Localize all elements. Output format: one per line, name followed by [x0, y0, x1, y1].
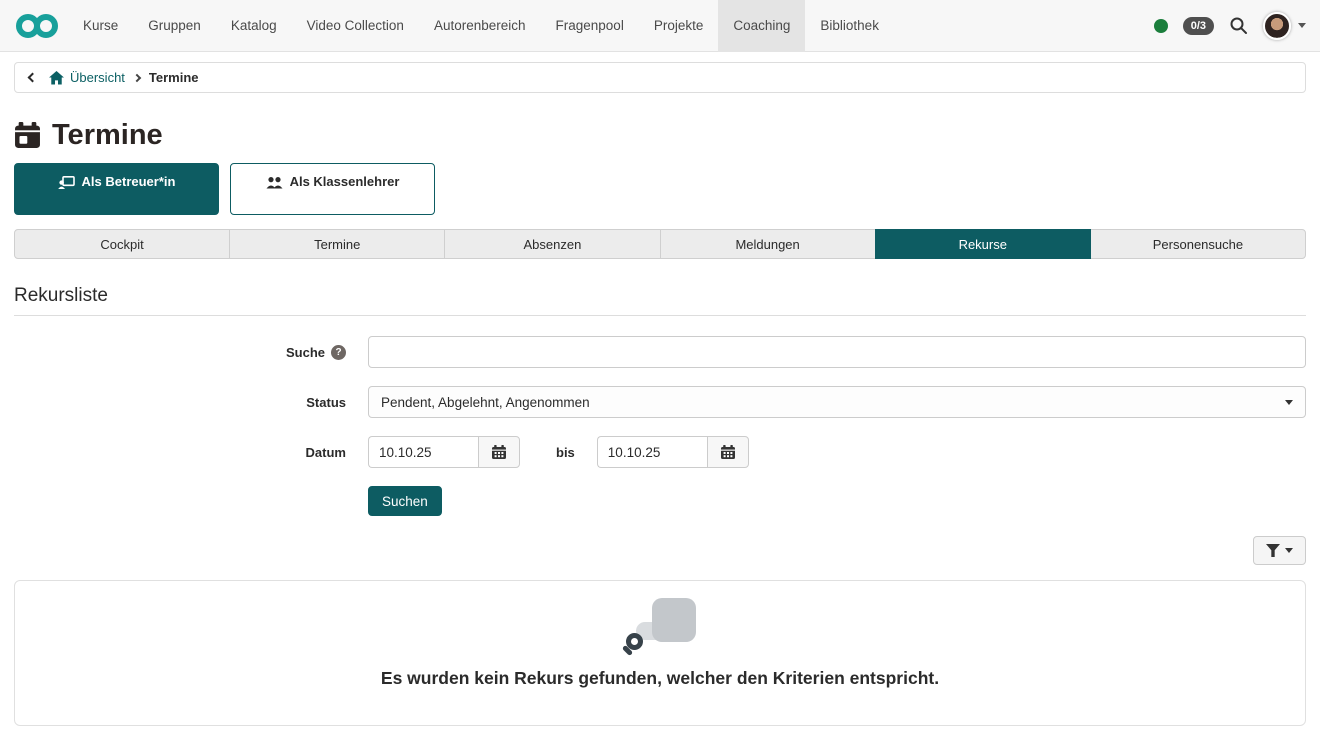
user-menu[interactable]: [1263, 12, 1306, 40]
nav-item-katalog[interactable]: Katalog: [216, 0, 292, 52]
users-icon: [266, 175, 283, 190]
chevron-down-icon: [1298, 23, 1306, 28]
chevron-down-icon: [1285, 548, 1293, 553]
select-caret-icon: [1285, 400, 1293, 405]
online-status-dot: [1154, 19, 1168, 33]
nav-item-gruppen[interactable]: Gruppen: [133, 0, 216, 52]
status-label: Status: [306, 395, 346, 410]
submit-row: Suchen: [14, 486, 1306, 516]
search-input[interactable]: [368, 336, 1306, 368]
navbar-right-tools: 0/3: [1154, 12, 1306, 40]
nav-item-autorenbereich[interactable]: Autorenbereich: [419, 0, 541, 52]
nav-item-bibliothek[interactable]: Bibliothek: [805, 0, 894, 52]
date-label-wrap: Datum: [14, 445, 346, 460]
empty-search-illustration: [622, 598, 698, 660]
page-title: Termine: [14, 119, 1306, 152]
rekurs-filter-form: Suche ? Status Pendent, Abgelehnt, Angen…: [14, 336, 1306, 516]
breadcrumb-separator-icon: [133, 73, 141, 81]
status-row: Status Pendent, Abgelehnt, Angenommen: [14, 386, 1306, 418]
empty-state-message: Es wurden kein Rekurs gefunden, welcher …: [15, 668, 1305, 689]
search-label-wrap: Suche ?: [14, 345, 346, 360]
top-navbar: Kurse Gruppen Katalog Video Collection A…: [0, 0, 1320, 52]
back-chevron-left-icon[interactable]: [28, 73, 38, 83]
role-button-label: Als Klassenlehrer: [290, 174, 400, 189]
tab-termine[interactable]: Termine: [229, 229, 445, 259]
breadcrumb: Übersicht Termine: [14, 62, 1306, 93]
filter-funnel-icon: [1266, 544, 1280, 557]
nav-item-video-collection[interactable]: Video Collection: [292, 0, 419, 52]
calendar-icon: [14, 122, 41, 149]
date-from-group: [368, 436, 520, 468]
search-label: Suche: [286, 345, 325, 360]
avatar[interactable]: [1263, 12, 1291, 40]
coaching-tab-bar: Cockpit Termine Absenzen Meldungen Rekur…: [14, 229, 1306, 259]
notification-badge[interactable]: 0/3: [1183, 17, 1214, 35]
tab-personensuche[interactable]: Personensuche: [1090, 229, 1306, 259]
calendar-icon: [721, 445, 735, 459]
app-logo-infinity-icon[interactable]: [14, 12, 60, 40]
tab-absenzen[interactable]: Absenzen: [444, 229, 660, 259]
chalkboard-user-icon: [58, 175, 75, 190]
status-label-wrap: Status: [14, 395, 346, 410]
date-from-input[interactable]: [368, 436, 478, 468]
breadcrumb-root-link[interactable]: Übersicht: [49, 70, 125, 85]
nav-item-fragenpool[interactable]: Fragenpool: [541, 0, 639, 52]
date-row: Datum: [14, 436, 1306, 468]
role-switcher: Als Betreuer*in Als Klassenlehrer: [14, 163, 1306, 215]
date-separator-label: bis: [556, 445, 575, 460]
help-question-circle-icon[interactable]: ?: [331, 345, 346, 360]
filter-dropdown-button[interactable]: [1253, 536, 1306, 565]
search-submit-button[interactable]: Suchen: [368, 486, 442, 516]
date-to-group: [597, 436, 749, 468]
page-title-text: Termine: [52, 119, 163, 152]
date-to-input[interactable]: [597, 436, 707, 468]
role-button-label: Als Betreuer*in: [82, 174, 176, 189]
main-content: Übersicht Termine Termine Als Betreuer*i…: [0, 62, 1320, 726]
role-button-klassenlehrer[interactable]: Als Klassenlehrer: [230, 163, 435, 215]
main-navigation: Kurse Gruppen Katalog Video Collection A…: [68, 0, 894, 52]
empty-results-panel: Es wurden kein Rekurs gefunden, welcher …: [14, 580, 1306, 726]
section-heading: Rekursliste: [14, 285, 1306, 316]
role-button-betreuer[interactable]: Als Betreuer*in: [14, 163, 219, 215]
nav-item-coaching[interactable]: Coaching: [718, 0, 805, 52]
tab-cockpit[interactable]: Cockpit: [14, 229, 230, 259]
date-from-calendar-button[interactable]: [478, 436, 520, 468]
tab-meldungen[interactable]: Meldungen: [660, 229, 876, 259]
table-tools: [14, 536, 1306, 565]
status-select-value: Pendent, Abgelehnt, Angenommen: [381, 395, 590, 410]
breadcrumb-current: Termine: [149, 70, 199, 85]
breadcrumb-root-label: Übersicht: [70, 70, 125, 85]
date-label: Datum: [306, 445, 346, 460]
status-select[interactable]: Pendent, Abgelehnt, Angenommen: [368, 386, 1306, 418]
search-icon[interactable]: [1229, 16, 1248, 35]
home-icon: [49, 71, 64, 85]
illustration-front-card: [652, 598, 696, 642]
date-to-calendar-button[interactable]: [707, 436, 749, 468]
nav-item-projekte[interactable]: Projekte: [639, 0, 719, 52]
calendar-icon: [492, 445, 506, 459]
search-row: Suche ?: [14, 336, 1306, 368]
tab-rekurse[interactable]: Rekurse: [875, 229, 1091, 259]
nav-item-kurse[interactable]: Kurse: [68, 0, 133, 52]
